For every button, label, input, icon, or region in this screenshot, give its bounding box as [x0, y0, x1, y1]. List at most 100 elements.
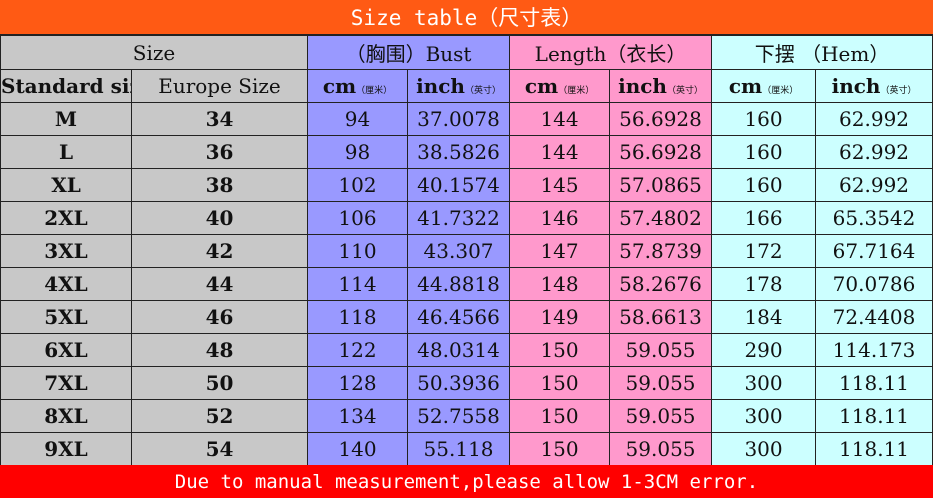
unit-header-row: Standard size Europe Size cm（厘米） inch（英寸…: [0, 69, 933, 103]
cell-length-cm: 145: [509, 168, 611, 202]
cell-hem-inch: 114.173: [815, 333, 933, 367]
unit-label-cn: （厘米）: [762, 86, 799, 96]
unit-label: inch: [416, 74, 465, 98]
cell-bust-inch: 43.307: [407, 234, 511, 268]
cell-bust-cm: 134: [307, 399, 409, 433]
cell-europe-size: 54: [130, 432, 309, 466]
cell-hem-cm: 290: [711, 333, 817, 367]
unit-label: cm: [524, 74, 559, 98]
cell-length-inch: 59.055: [609, 333, 713, 367]
cell-standard-size: 7XL: [0, 366, 132, 400]
cell-standard-size: 9XL: [0, 432, 132, 466]
cell-bust-cm: 140: [307, 432, 409, 466]
hem-group-header: 下摆 （Hem）: [711, 35, 933, 70]
cell-bust-inch: 55.118: [407, 432, 511, 466]
hem-inch-header: inch（英寸）: [815, 69, 933, 103]
cell-hem-inch: 118.11: [815, 366, 933, 400]
length-inch-header: inch（英寸）: [609, 69, 713, 103]
unit-label: inch: [831, 74, 881, 98]
cell-length-inch: 59.055: [609, 366, 713, 400]
cell-hem-inch: 62.992: [815, 135, 933, 169]
cell-length-cm: 144: [509, 135, 611, 169]
cell-standard-size: XL: [0, 168, 132, 202]
unit-label: inch: [618, 74, 667, 98]
cell-standard-size: 3XL: [0, 234, 132, 268]
cell-bust-cm: 114: [307, 267, 409, 301]
cell-length-inch: 58.2676: [609, 267, 713, 301]
cell-length-cm: 148: [509, 267, 611, 301]
cell-bust-inch: 37.0078: [407, 102, 511, 136]
cell-europe-size: 46: [130, 300, 309, 334]
cell-hem-inch: 118.11: [815, 399, 933, 433]
unit-label: cm: [322, 74, 357, 98]
europe-size-header: Europe Size: [130, 69, 309, 103]
length-group-header: Length（衣长）: [509, 35, 713, 70]
cell-length-inch: 57.8739: [609, 234, 713, 268]
cell-length-inch: 59.055: [609, 432, 713, 466]
bust-inch-header: inch（英寸）: [407, 69, 511, 103]
table-row: L 36 98 38.5826 144 56.6928 160 62.992: [0, 135, 933, 169]
cell-hem-cm: 300: [711, 399, 817, 433]
cell-bust-inch: 50.3936: [407, 366, 511, 400]
cell-length-inch: 57.4802: [609, 201, 713, 235]
table-row: 4XL 44 114 44.8818 148 58.2676 178 70.0786: [0, 267, 933, 301]
standard-size-header: Standard size: [0, 69, 132, 103]
table-row: 2XL 40 106 41.7322 146 57.4802 166 65.3542: [0, 201, 933, 235]
cell-hem-inch: 70.0786: [815, 267, 933, 301]
cell-hem-inch: 65.3542: [815, 201, 933, 235]
table-row: 8XL 52 134 52.7558 150 59.055 300 118.11: [0, 399, 933, 433]
cell-hem-inch: 62.992: [815, 168, 933, 202]
cell-europe-size: 48: [130, 333, 309, 367]
cell-europe-size: 44: [130, 267, 309, 301]
cell-europe-size: 50: [130, 366, 309, 400]
unit-label: cm: [728, 74, 763, 98]
cell-length-cm: 149: [509, 300, 611, 334]
cell-hem-inch: 62.992: [815, 102, 933, 136]
cell-standard-size: 2XL: [0, 201, 132, 235]
cell-bust-inch: 44.8818: [407, 267, 511, 301]
cell-hem-inch: 72.4408: [815, 300, 933, 334]
cell-standard-size: 4XL: [0, 267, 132, 301]
cell-length-cm: 144: [509, 102, 611, 136]
measurement-note: Due to manual measurement,please allow 1…: [0, 465, 933, 498]
bust-group-header: （胸围）Bust: [307, 35, 511, 70]
cell-length-inch: 57.0865: [609, 168, 713, 202]
cell-hem-cm: 178: [711, 267, 817, 301]
cell-bust-cm: 122: [307, 333, 409, 367]
cell-length-inch: 59.055: [609, 399, 713, 433]
bust-cm-header: cm（厘米）: [307, 69, 409, 103]
cell-hem-cm: 166: [711, 201, 817, 235]
unit-label-cn: （厘米）: [356, 86, 393, 96]
table-row: XL 38 102 40.1574 145 57.0865 160 62.992: [0, 168, 933, 202]
size-group-header: Size: [0, 35, 309, 70]
cell-bust-cm: 102: [307, 168, 409, 202]
cell-length-inch: 56.6928: [609, 135, 713, 169]
cell-standard-size: 6XL: [0, 333, 132, 367]
cell-length-cm: 146: [509, 201, 611, 235]
cell-hem-inch: 67.7164: [815, 234, 933, 268]
cell-standard-size: M: [0, 102, 132, 136]
length-cm-header: cm（厘米）: [509, 69, 611, 103]
cell-bust-cm: 98: [307, 135, 409, 169]
cell-europe-size: 38: [130, 168, 309, 202]
cell-hem-cm: 300: [711, 432, 817, 466]
cell-bust-inch: 40.1574: [407, 168, 511, 202]
cell-hem-cm: 160: [711, 135, 817, 169]
cell-length-cm: 150: [509, 366, 611, 400]
cell-bust-cm: 128: [307, 366, 409, 400]
cell-europe-size: 40: [130, 201, 309, 235]
unit-label-cn: （英寸）: [464, 86, 501, 96]
cell-standard-size: 5XL: [0, 300, 132, 334]
table-row: M 34 94 37.0078 144 56.6928 160 62.992: [0, 102, 933, 136]
cell-length-cm: 150: [509, 432, 611, 466]
cell-hem-inch: 118.11: [815, 432, 933, 466]
cell-length-inch: 58.6613: [609, 300, 713, 334]
cell-hem-cm: 172: [711, 234, 817, 268]
cell-bust-inch: 46.4566: [407, 300, 511, 334]
table-row: 7XL 50 128 50.3936 150 59.055 300 118.11: [0, 366, 933, 400]
unit-label-cn: （英寸）: [666, 86, 703, 96]
cell-length-inch: 56.6928: [609, 102, 713, 136]
cell-bust-inch: 48.0314: [407, 333, 511, 367]
cell-hem-cm: 300: [711, 366, 817, 400]
cell-bust-cm: 110: [307, 234, 409, 268]
